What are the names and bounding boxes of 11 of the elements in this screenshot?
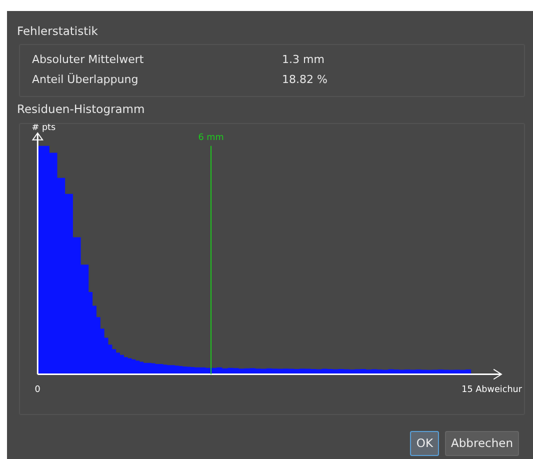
dialog-button[interactable]: Abbrechen [445,430,519,456]
stat-label: Anteil Überlappung [32,72,140,88]
threshold-label: 6 mm [198,132,224,142]
section-title: Residuen-Histogramm [17,101,146,118]
stat-value: 1.3 mm [282,52,324,68]
axis-tick-label: 0 [34,384,40,395]
dialog-button[interactable]: OK [410,430,439,456]
stat-value: 18.82 % [282,72,328,88]
stat-label: Absoluter Mittelwert [32,52,145,68]
section-title: Fehlerstatistik [17,23,99,40]
axis-label: 15 Abweichur [462,384,522,395]
